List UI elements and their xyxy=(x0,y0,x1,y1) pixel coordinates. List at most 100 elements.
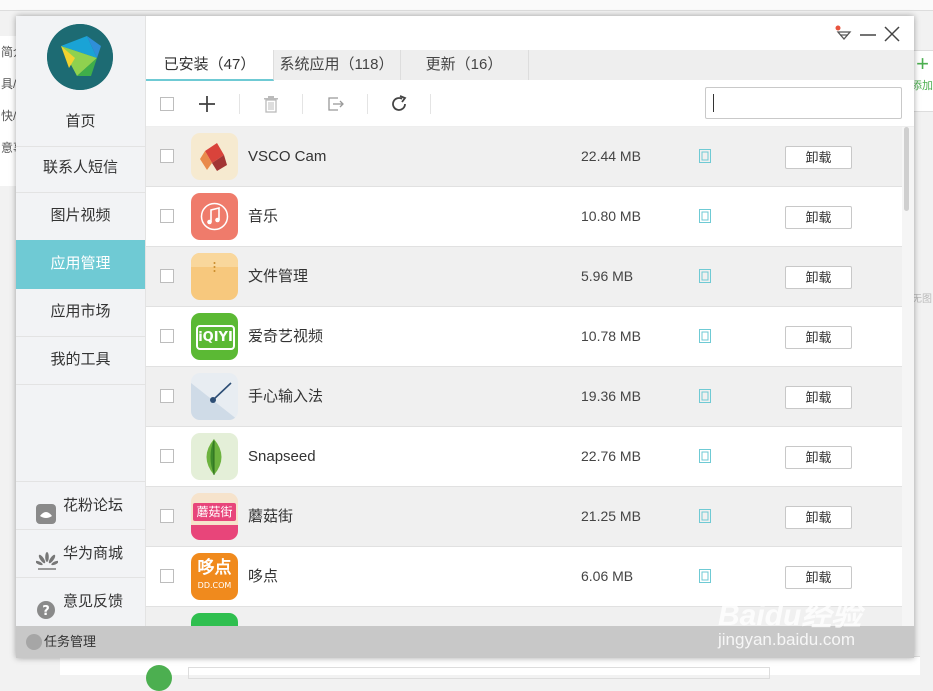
app-row-partial[interactable] xyxy=(146,607,902,626)
app-name: 爱奇艺视频 xyxy=(248,328,324,345)
select-all-checkbox[interactable] xyxy=(160,97,174,111)
snapseed-app-icon xyxy=(191,433,238,480)
sidebar-item-label: 首页 xyxy=(65,113,96,130)
sidebar-item-contacts-sms[interactable]: 联系人短信 xyxy=(16,144,145,193)
app-list: VSCO Cam 22.44 MB 卸载 音乐 10.80 MB 卸载 文件管理… xyxy=(146,127,902,626)
background-left-item: 快/抄 xyxy=(1,109,16,123)
app-checkbox[interactable] xyxy=(160,329,174,343)
tab-updates[interactable]: 更新（16） xyxy=(400,50,529,80)
sidebar-link-huawei-mall[interactable]: 华为商城 xyxy=(16,529,145,578)
sd-card-icon xyxy=(699,329,711,343)
app-checkbox[interactable] xyxy=(160,509,174,523)
duodian-logo-text: 哆点 xyxy=(197,558,232,577)
app-size: 22.76 MB xyxy=(581,448,641,464)
app-name: 蘑菇街 xyxy=(248,508,294,525)
trash-icon[interactable] xyxy=(261,94,281,114)
uninstall-button[interactable]: 卸载 xyxy=(785,386,852,409)
task-manager-link[interactable]: 任务管理 xyxy=(44,626,96,658)
app-checkbox[interactable] xyxy=(160,389,174,403)
scrollbar-thumb[interactable] xyxy=(904,127,909,211)
app-checkbox[interactable] xyxy=(160,209,174,223)
task-status-bar: 任务管理 xyxy=(16,626,914,658)
app-size: 10.78 MB xyxy=(581,328,641,344)
toolbar-divider xyxy=(302,94,303,114)
sidebar-item-label: 图片视频 xyxy=(50,207,111,224)
sd-card-icon xyxy=(699,509,711,523)
tab-installed[interactable]: 已安装（47） xyxy=(146,50,274,81)
app-name: 文件管理 xyxy=(248,268,309,285)
app-checkbox[interactable] xyxy=(160,269,174,283)
app-name: VSCO Cam xyxy=(248,148,327,165)
sidebar-link-label: 华为商城 xyxy=(63,545,124,562)
mogujie-logo-text: 蘑菇街 xyxy=(193,503,236,521)
app-row[interactable]: 音乐 10.80 MB 卸载 xyxy=(146,187,902,247)
app-size: 22.44 MB xyxy=(581,148,641,164)
sidebar-item-label: 联系人短信 xyxy=(42,159,118,176)
toolbar-divider xyxy=(367,94,368,114)
music-app-icon xyxy=(191,193,238,240)
background-circle xyxy=(146,665,172,691)
app-logo-icon xyxy=(47,24,113,90)
app-row[interactable]: 蘑菇街 蘑菇街 21.25 MB 卸载 xyxy=(146,487,902,547)
toolbar-divider xyxy=(430,94,431,114)
app-row[interactable]: 手心输入法 19.36 MB 卸载 xyxy=(146,367,902,427)
uninstall-button[interactable]: 卸载 xyxy=(785,326,852,349)
minimize-icon[interactable] xyxy=(858,24,878,44)
background-page-header xyxy=(0,0,933,11)
sidebar-item-photos-videos[interactable]: 图片视频 xyxy=(16,192,145,241)
duodian-app-icon: 哆点 DD.COM xyxy=(191,553,238,600)
sd-card-icon xyxy=(699,269,711,283)
app-size: 5.96 MB xyxy=(581,268,634,284)
menu-dropdown-icon[interactable] xyxy=(834,24,854,44)
tab-system-apps[interactable]: 系统应用（118） xyxy=(273,50,401,80)
huawei-logo-icon xyxy=(35,544,59,570)
task-indicator-icon xyxy=(26,634,42,650)
partial-app-icon xyxy=(191,613,238,626)
app-row[interactable]: 文件管理 5.96 MB 卸载 xyxy=(146,247,902,307)
background-text: 无图 xyxy=(912,294,932,305)
sidebar-item-app-market[interactable]: 应用市场 xyxy=(16,288,145,337)
svg-text:?: ? xyxy=(42,604,50,619)
app-row[interactable]: Snapseed 22.76 MB 卸载 xyxy=(146,427,902,487)
background-page-footer xyxy=(60,656,920,691)
app-checkbox[interactable] xyxy=(160,569,174,583)
export-icon[interactable] xyxy=(326,94,346,114)
uninstall-button[interactable]: 卸载 xyxy=(785,566,852,589)
sidebar-item-home[interactable]: 首页 xyxy=(16,98,145,147)
file-manager-app-icon xyxy=(191,253,238,300)
sidebar-item-label: 应用市场 xyxy=(50,303,111,320)
app-row[interactable]: 哆点 DD.COM 哆点 6.06 MB 卸载 xyxy=(146,547,902,607)
iqiyi-logo-text: iQIYI xyxy=(196,325,235,350)
phone-manager-window: 首页 联系人短信 图片视频 应用管理 应用市场 我的工具 花粉论坛 华为商城 ?… xyxy=(16,16,914,658)
sidebar-link-label: 花粉论坛 xyxy=(63,497,124,514)
app-size: 10.80 MB xyxy=(581,208,641,224)
app-row[interactable]: iQIYI 爱奇艺视频 10.78 MB 卸载 xyxy=(146,307,902,367)
sidebar-item-app-management[interactable]: 应用管理 xyxy=(16,240,145,289)
app-checkbox[interactable] xyxy=(160,449,174,463)
huafen-forum-icon xyxy=(36,496,56,524)
app-name: 哆点 xyxy=(248,568,279,585)
list-scrollbar[interactable] xyxy=(902,127,914,626)
sidebar-link-huafen-forum[interactable]: 花粉论坛 xyxy=(16,481,145,530)
uninstall-button[interactable]: 卸载 xyxy=(785,206,852,229)
background-input xyxy=(188,667,770,679)
refresh-icon[interactable] xyxy=(389,94,409,114)
uninstall-button[interactable]: 卸载 xyxy=(785,266,852,289)
background-add-label: 添加 xyxy=(911,80,933,92)
sidebar-item-label: 应用管理 xyxy=(50,255,111,272)
sd-card-icon xyxy=(699,209,711,223)
sd-card-icon xyxy=(699,449,711,463)
app-checkbox[interactable] xyxy=(160,149,174,163)
help-question-icon: ? xyxy=(36,592,56,619)
toolbar-divider xyxy=(239,94,240,114)
add-icon[interactable] xyxy=(197,94,217,114)
app-size: 6.06 MB xyxy=(581,568,634,584)
sidebar-item-my-tools[interactable]: 我的工具 xyxy=(16,336,145,385)
uninstall-button[interactable]: 卸载 xyxy=(785,506,852,529)
sidebar-link-feedback[interactable]: ? 意见反馈 xyxy=(16,577,145,626)
close-icon[interactable] xyxy=(882,24,902,44)
search-input[interactable] xyxy=(705,87,902,119)
uninstall-button[interactable]: 卸载 xyxy=(785,146,852,169)
app-row[interactable]: VSCO Cam 22.44 MB 卸载 xyxy=(146,127,902,187)
uninstall-button[interactable]: 卸载 xyxy=(785,446,852,469)
